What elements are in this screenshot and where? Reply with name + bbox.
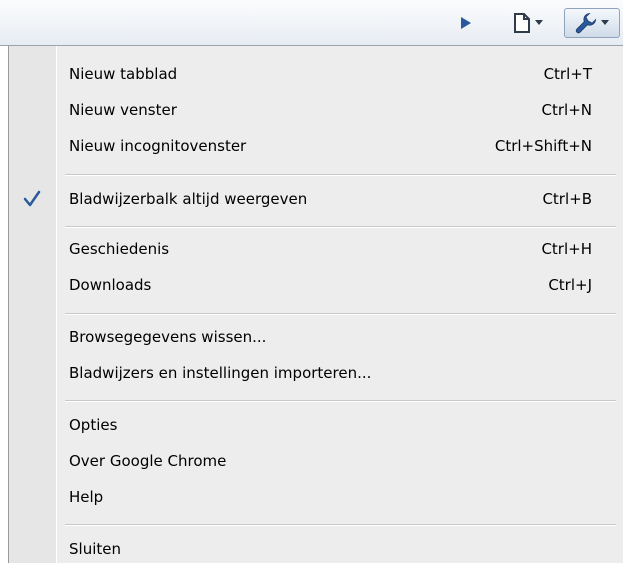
menu-separator bbox=[65, 174, 616, 176]
menu-item-shortcut: Ctrl+J bbox=[548, 276, 592, 294]
browser-toolbar bbox=[0, 0, 623, 46]
menu-item-new-window[interactable]: Nieuw venster Ctrl+N bbox=[9, 92, 616, 128]
menu-item-shortcut: Ctrl+H bbox=[541, 240, 592, 258]
checkmark-icon bbox=[23, 190, 41, 207]
menu-separator bbox=[65, 313, 616, 315]
page-menu-button[interactable] bbox=[500, 8, 556, 38]
menu-item-always-show-bookmarks-bar[interactable]: Bladwijzerbalk altijd weergeven Ctrl+B bbox=[9, 181, 616, 217]
menu-item-shortcut: Ctrl+Shift+N bbox=[494, 137, 592, 155]
wrench-icon bbox=[575, 13, 597, 34]
menu-item-downloads[interactable]: Downloads Ctrl+J bbox=[9, 267, 616, 303]
chevron-down-icon bbox=[601, 20, 609, 25]
play-button[interactable] bbox=[448, 8, 484, 38]
menu-item-shortcut: Ctrl+T bbox=[543, 65, 592, 83]
menu-item-about-chrome[interactable]: Over Google Chrome bbox=[9, 443, 616, 479]
menu-item-label: Bladwijzers en instellingen importeren..… bbox=[69, 364, 372, 382]
chevron-down-icon bbox=[535, 20, 543, 25]
menu-item-label: Browsegegevens wissen... bbox=[69, 328, 267, 346]
menu-separator bbox=[65, 226, 616, 228]
page-icon bbox=[514, 13, 530, 33]
wrench-menu-button[interactable] bbox=[564, 8, 620, 38]
menu-item-shortcut: Ctrl+N bbox=[541, 101, 592, 119]
menu-item-new-incognito-window[interactable]: Nieuw incognitovenster Ctrl+Shift+N bbox=[9, 128, 616, 164]
menu-item-shortcut: Ctrl+B bbox=[542, 190, 592, 208]
wrench-dropdown-menu: Nieuw tabblad Ctrl+T Nieuw venster Ctrl+… bbox=[8, 46, 623, 563]
menu-item-label: Sluiten bbox=[69, 540, 121, 558]
menu-item-label: Downloads bbox=[69, 276, 152, 294]
menu-item-new-tab[interactable]: Nieuw tabblad Ctrl+T bbox=[9, 56, 616, 92]
menu-item-import-bookmarks-settings[interactable]: Bladwijzers en instellingen importeren..… bbox=[9, 355, 616, 391]
menu-item-history[interactable]: Geschiedenis Ctrl+H bbox=[9, 231, 616, 267]
menu-item-help[interactable]: Help bbox=[9, 479, 616, 515]
menu-item-label: Nieuw tabblad bbox=[69, 65, 178, 83]
menu-item-options[interactable]: Opties bbox=[9, 407, 616, 443]
menu-separator bbox=[65, 400, 616, 402]
menu-item-label: Geschiedenis bbox=[69, 240, 170, 258]
menu-item-exit[interactable]: Sluiten bbox=[9, 531, 616, 567]
menu-separator bbox=[65, 524, 616, 526]
menu-item-label: Help bbox=[69, 488, 104, 506]
menu-item-label: Over Google Chrome bbox=[69, 452, 227, 470]
play-icon bbox=[461, 17, 471, 29]
menu-item-label: Nieuw incognitovenster bbox=[69, 137, 247, 155]
menu-item-label: Opties bbox=[69, 416, 118, 434]
menu-item-label: Bladwijzerbalk altijd weergeven bbox=[69, 190, 308, 208]
menu-item-clear-browsing-data[interactable]: Browsegegevens wissen... bbox=[9, 319, 616, 355]
menu-item-label: Nieuw venster bbox=[69, 101, 177, 119]
